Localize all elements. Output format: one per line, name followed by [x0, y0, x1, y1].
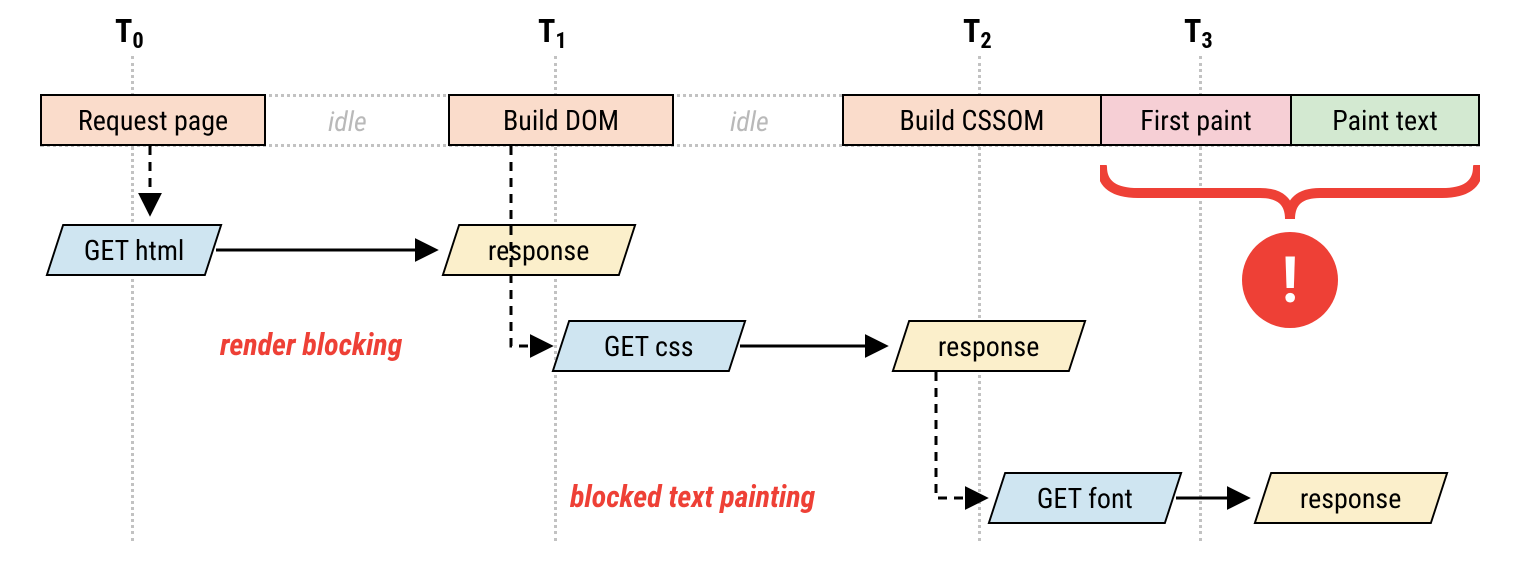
box-first-paint: First paint — [1100, 94, 1292, 146]
diagram: T0 T1 T2 T3 Request page idle Build DOM … — [0, 0, 1536, 581]
time-marker-t1: T1 — [538, 12, 567, 50]
arrow-getfont-to-response — [1176, 486, 1258, 510]
arrow-css-to-getfont — [924, 372, 994, 528]
box-response-font: response — [1254, 472, 1449, 524]
box-build-dom: Build DOM — [448, 94, 674, 146]
arrow-gethtml-to-response — [216, 238, 446, 262]
annotation-blocked-text-painting: blocked text painting — [570, 480, 815, 515]
arrow-dom-to-getcss — [499, 146, 559, 374]
brace-icon — [1100, 165, 1480, 227]
arrow-request-to-gethtml — [138, 146, 162, 222]
box-paint-text: Paint text — [1290, 94, 1480, 146]
arrow-getcss-to-response — [740, 334, 896, 358]
annotation-render-blocking: render blocking — [220, 328, 402, 363]
box-get-font: GET font — [988, 472, 1183, 524]
box-build-cssom: Build CSSOM — [842, 94, 1102, 146]
box-request-page: Request page — [40, 94, 266, 146]
box-response-css: response — [892, 320, 1087, 372]
idle-label-2: idle — [730, 105, 769, 138]
time-marker-t3: T3 — [1184, 12, 1213, 50]
time-marker-t0: T0 — [115, 12, 144, 50]
idle-label-1: idle — [328, 105, 367, 138]
time-marker-t2: T2 — [963, 12, 992, 50]
warning-icon: ! — [1242, 232, 1338, 328]
box-get-html: GET html — [46, 224, 223, 276]
box-get-css: GET css — [552, 320, 747, 372]
